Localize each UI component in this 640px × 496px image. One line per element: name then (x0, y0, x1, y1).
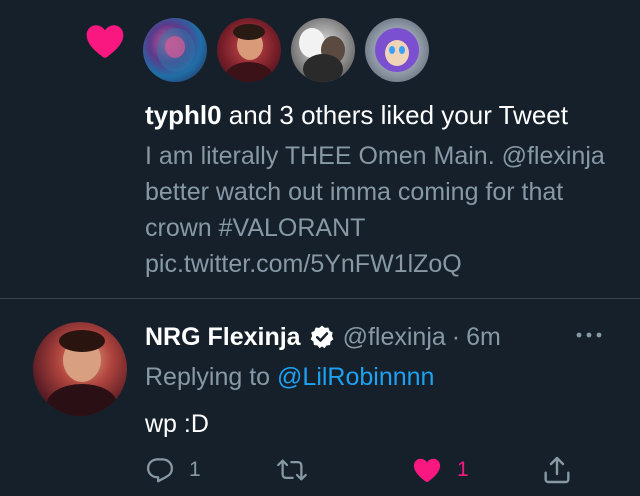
more-options-icon[interactable] (571, 325, 607, 345)
reply-tweet[interactable]: NRG Flexinja @flexinja · 6m Replying to … (0, 299, 640, 496)
user-handle[interactable]: @flexinja (343, 321, 446, 353)
notification-text: typhl0 and 3 others liked your Tweet I a… (145, 98, 625, 282)
liker-avatar[interactable] (143, 18, 207, 82)
liker-avatar[interactable] (291, 18, 355, 82)
notification-headline: typhl0 and 3 others liked your Tweet (145, 98, 625, 132)
timestamp[interactable]: 6m (466, 321, 501, 353)
tweet-actions: 1 1 (145, 452, 615, 488)
replying-to-label: Replying to (145, 363, 278, 391)
reply-header: NRG Flexinja @flexinja · 6m (145, 321, 501, 353)
display-name[interactable]: NRG Flexinja (145, 321, 301, 353)
verified-badge-icon (310, 325, 333, 349)
like-notification[interactable]: typhl0 and 3 others liked your Tweet I a… (0, 0, 640, 298)
notification-action-text: and 3 others liked your Tweet (221, 100, 568, 130)
liker-avatar[interactable] (217, 18, 281, 82)
avatar[interactable] (33, 322, 127, 416)
reply-count: 1 (189, 458, 201, 481)
liker-avatars (143, 18, 429, 82)
like-button[interactable]: 1 (411, 452, 469, 488)
heart-filled-icon (413, 458, 441, 482)
liker-username[interactable]: typhl0 (145, 100, 222, 130)
replying-to: Replying to @LilRobinnnn (145, 360, 434, 394)
reply-icon (147, 458, 173, 483)
reply-button[interactable]: 1 (145, 452, 201, 488)
tweet-text: wp :D (145, 410, 209, 438)
heart-icon (86, 25, 124, 58)
liker-avatar[interactable] (365, 18, 429, 82)
share-button[interactable] (541, 452, 573, 488)
liked-tweet-text[interactable]: I am literally THEE Omen Main. @flexinja… (145, 138, 615, 282)
like-count: 1 (457, 458, 469, 481)
separator-dot: · (451, 323, 461, 351)
retweet-button[interactable] (275, 452, 323, 488)
share-icon (544, 456, 570, 484)
replying-to-mention[interactable]: @LilRobinnnn (277, 363, 434, 391)
retweet-icon (277, 459, 307, 481)
